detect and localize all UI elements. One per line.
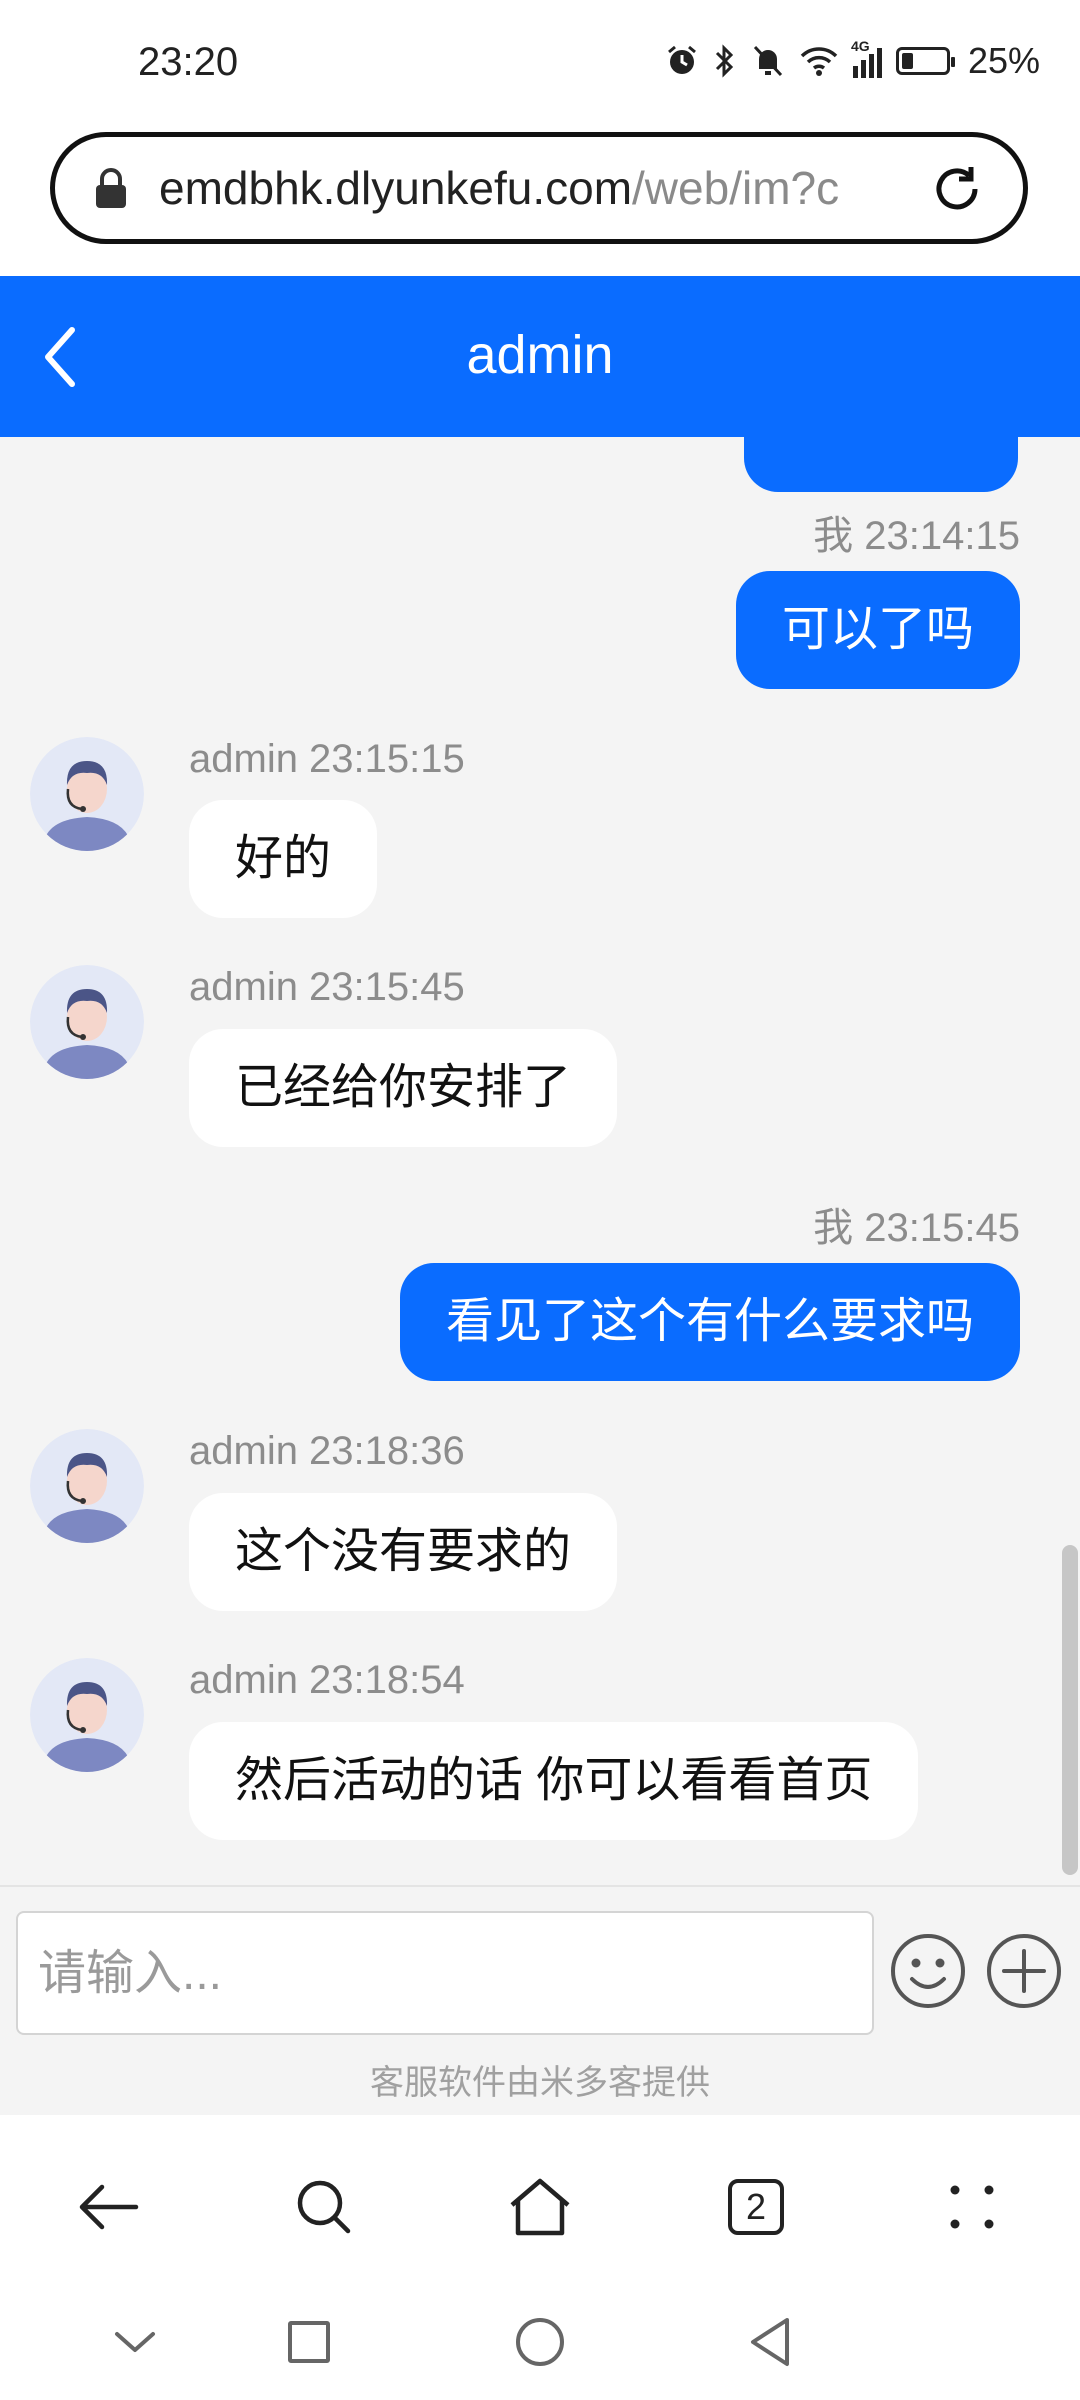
message-meta: 我 23:15:45 <box>813 1206 1020 1250</box>
agent-avatar <box>30 1658 144 1772</box>
message-bubble-out-partial <box>744 437 1018 492</box>
agent-avatar <box>30 737 144 851</box>
message-bubble-in[interactable]: 然后活动的话 你可以看看首页 <box>189 1722 919 1840</box>
url-text[interactable]: emdbhk.dlyunkefu.com/web/im?c <box>159 161 889 215</box>
scrollbar[interactable] <box>1062 1545 1078 1875</box>
address-bar[interactable]: emdbhk.dlyunkefu.com/web/im?c <box>50 132 1028 244</box>
menu-button[interactable] <box>932 2167 1012 2247</box>
reload-icon[interactable] <box>927 159 987 219</box>
battery-level: 25% <box>967 40 1040 81</box>
emoji-icon[interactable] <box>888 1931 968 2011</box>
message-bubble-in[interactable]: 好的 <box>189 800 378 918</box>
avatar-icon <box>30 1658 144 1772</box>
recents-icon <box>288 2321 330 2363</box>
search-icon <box>297 2180 351 2234</box>
message-meta: admin 23:15:15 <box>189 737 465 781</box>
agent-avatar <box>30 965 144 1079</box>
lock-icon <box>96 168 126 208</box>
tabs-icon: 2 <box>728 2179 784 2235</box>
tabs-button[interactable]: 2 <box>716 2167 796 2247</box>
bluetooth-icon <box>715 44 734 78</box>
alarm-icon <box>667 45 696 74</box>
message-meta: admin 23:15:45 <box>189 965 465 1009</box>
tab-count: 2 <box>745 2186 767 2227</box>
system-navigation-bar <box>0 2285 1080 2400</box>
status-time: 23:20 <box>138 40 239 84</box>
chat-messages[interactable]: 我 23:14:15 可以了吗 admin 23:15:15 好的 admin … <box>0 437 1080 1885</box>
search-button[interactable] <box>284 2167 364 2247</box>
battery-icon <box>895 47 955 75</box>
message-bubble-in[interactable]: 这个没有要求的 <box>189 1493 618 1611</box>
plus-icon[interactable] <box>984 1931 1064 2011</box>
home-button[interactable] <box>500 2167 580 2247</box>
network-type-label: 4G <box>850 38 870 54</box>
url-path: /web/im?c <box>632 162 840 214</box>
url-domain: emdbhk.dlyunkefu.com <box>159 162 633 214</box>
avatar-icon <box>30 737 144 851</box>
nav-back-button[interactable] <box>68 2167 148 2247</box>
powered-by-text: 客服软件由米多客提供 <box>370 2064 710 2102</box>
chat-header: admin <box>0 276 1080 437</box>
system-home-button[interactable] <box>505 2307 575 2377</box>
menu-icon <box>950 2185 994 2229</box>
home-icon <box>510 2178 570 2236</box>
recents-button[interactable] <box>274 2307 344 2377</box>
message-bubble-out[interactable]: 可以了吗 <box>735 571 1020 689</box>
message-meta: admin 23:18:54 <box>189 1658 465 1702</box>
home-circle-icon <box>516 2318 564 2366</box>
agent-avatar <box>30 1429 144 1543</box>
system-back-icon <box>751 2318 789 2366</box>
collapse-button[interactable] <box>100 2307 170 2377</box>
chat-title: admin <box>466 325 614 385</box>
message-bubble-in[interactable]: 已经给你安排了 <box>189 1029 618 1147</box>
mute-icon <box>753 45 783 77</box>
message-meta: admin 23:18:36 <box>189 1429 465 1473</box>
system-back-button[interactable] <box>735 2307 805 2377</box>
composer: 客服软件由米多客提供 <box>0 1885 1080 2115</box>
collapse-icon <box>115 2332 155 2352</box>
nav-back-icon <box>79 2184 139 2230</box>
signal-icon: 4G <box>851 38 882 78</box>
avatar-icon <box>30 965 144 1079</box>
message-meta: 我 23:14:15 <box>813 514 1020 558</box>
wifi-icon <box>800 47 838 76</box>
status-bar: 23:20 4G 25% <box>0 0 1080 130</box>
avatar-icon <box>30 1429 144 1543</box>
message-bubble-out[interactable]: 看见了这个有什么要求吗 <box>399 1263 1020 1381</box>
status-icons: 4G 25% <box>665 38 1040 82</box>
message-input[interactable] <box>16 1911 874 2035</box>
browser-toolbar: 2 <box>0 2115 1080 2285</box>
